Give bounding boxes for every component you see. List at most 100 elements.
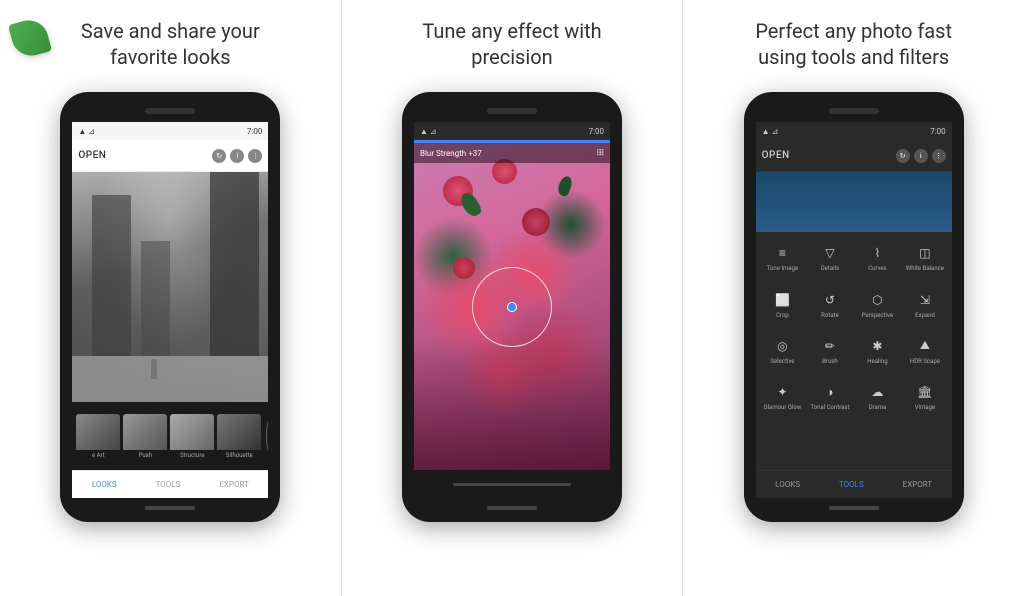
phone-screen-1: ▲ ⊿ 7:00 OPEN ↻ i ⋮ — [72, 122, 268, 498]
circle-dot[interactable] — [507, 302, 517, 312]
tool-item-12[interactable]: ✦ Glamour Glow — [760, 375, 806, 419]
look-thumb-2[interactable]: Structure — [170, 414, 214, 458]
panel-tools: Perfect any photo fast using tools and f… — [683, 0, 1024, 596]
status-signal-2: ▲ ⊿ — [420, 127, 437, 136]
tool-name-7: Expand — [915, 312, 935, 319]
tool-icon-4: ⬜ — [773, 291, 791, 309]
tool-icon-13: ◑ — [821, 383, 839, 401]
tool-name-0: Tune Image — [767, 265, 798, 272]
tool-icon-3: ◫ — [916, 244, 934, 262]
tool-icon-2: ⌇ — [868, 244, 886, 262]
tool-icon-7: ⇲ — [916, 291, 934, 309]
status-bar-1: ▲ ⊿ 7:00 — [72, 122, 268, 140]
tool-name-5: Rotate — [821, 312, 839, 319]
tool-item-13[interactable]: ◑ Tonal Contrast — [807, 375, 853, 419]
tool-name-3: White Balance — [906, 265, 944, 272]
looks-strip: e Art Push Structure Silhouette + — [72, 402, 268, 470]
status-bar-2: ▲ ⊿ 7:00 — [414, 122, 610, 140]
tool-item-10[interactable]: ✱ Healing — [855, 329, 901, 373]
nav-export-3[interactable]: EXPORT — [903, 480, 933, 489]
blur-bar: Blur Strength +37 ⊞ — [414, 143, 610, 163]
tool-item-15[interactable]: 🏛 Vintage — [902, 375, 948, 419]
tool-item-0[interactable]: ≡ Tune Image — [760, 236, 806, 280]
nav-looks-3[interactable]: LOOKS — [775, 480, 800, 489]
tool-item-4[interactable]: ⬜ Crop — [760, 282, 806, 326]
tool-icon-12: ✦ — [773, 383, 791, 401]
tool-name-2: Curves — [868, 265, 886, 272]
status-bar-3: ▲ ⊿ 7:00 — [756, 122, 952, 140]
tool-item-6[interactable]: ⬡ Perspective — [855, 282, 901, 326]
look-add-circle[interactable]: + — [266, 417, 268, 455]
tool-icon-10: ✱ — [868, 337, 886, 355]
status-clock-2: 7:00 — [589, 127, 604, 136]
look-label-2: Structure — [170, 452, 214, 458]
app-bar-1: OPEN ↻ i ⋮ — [72, 140, 268, 172]
tool-name-13: Tonal Contrast — [810, 404, 849, 411]
tool-item-1[interactable]: ▽Details — [807, 236, 853, 280]
info-icon[interactable]: i — [230, 149, 244, 163]
app-icons-1: ↻ i ⋮ — [212, 149, 262, 163]
tool-item-7[interactable]: ⇲ Expand — [902, 282, 948, 326]
look-label-3: Silhouette — [217, 452, 261, 458]
tool-icon-11: ⛰ — [916, 337, 934, 355]
tool-item-11[interactable]: ⛰HDR Scape — [902, 329, 948, 373]
nav-looks-1[interactable]: LOOKS — [92, 480, 117, 489]
tool-name-6: Perspective — [862, 312, 893, 319]
tool-icon-0: ≡ — [773, 244, 791, 262]
blur-expand-icon: ⊞ — [596, 148, 604, 158]
tool-name-15: Vintage — [915, 404, 935, 411]
app-bar-3: OPEN ↻ i ⋮ — [756, 140, 952, 172]
blur-label: Blur Strength +37 — [420, 149, 482, 158]
phone-3: ▲ ⊿ 7:00 OPEN ↻ i ⋮ ≡Tune Image▽Details⌇… — [744, 92, 964, 522]
nav-tools-3[interactable]: TOOLS — [839, 480, 864, 489]
tool-icon-14: ☁ — [868, 383, 886, 401]
tool-item-5[interactable]: ↺ Rotate — [807, 282, 853, 326]
tool-icon-15: 🏛 — [916, 383, 934, 401]
status-signal-3: ▲ ⊿ — [762, 127, 779, 136]
tool-name-14: Drama — [869, 404, 887, 411]
tool-item-14[interactable]: ☁ Drama — [855, 375, 901, 419]
bw-photo — [72, 172, 268, 402]
tool-item-3[interactable]: ◫ White Balance — [902, 236, 948, 280]
tool-name-4: Crop — [776, 312, 789, 319]
bottom-nav-2 — [414, 470, 610, 498]
info-icon-3[interactable]: i — [914, 149, 928, 163]
nav-export-1[interactable]: EXPORT — [219, 480, 249, 489]
tool-icon-5: ↺ — [821, 291, 839, 309]
circle-select[interactable] — [472, 267, 552, 347]
tools-grid: ≡ Tune Image ▽Details ⌇ Curves ◫ White Balance… — [756, 232, 952, 470]
flowers-photo — [414, 143, 610, 470]
tool-icon-9: ✏ — [821, 337, 839, 355]
look-thumb-0[interactable]: e Art — [76, 414, 120, 458]
panel-1-title: Save and share your favorite looks — [81, 18, 260, 76]
main-photo-1 — [72, 172, 268, 402]
panel-precision: Tune any effect with precision ▲ ⊿ 7:00 — [342, 0, 683, 596]
status-clock-3: 7:00 — [930, 127, 945, 136]
tool-icon-6: ⬡ — [868, 291, 886, 309]
app-icons-3: ↻ i ⋮ — [896, 149, 946, 163]
refresh-icon-3[interactable]: ↻ — [896, 149, 910, 163]
nav-tools-1[interactable]: TOOLS — [156, 480, 181, 489]
home-bar-2 — [487, 506, 537, 510]
tool-item-9[interactable]: ✏Brush — [807, 329, 853, 373]
snapseed-logo — [12, 20, 52, 60]
tool-item-8[interactable]: ◎Selective — [760, 329, 806, 373]
tool-item-2[interactable]: ⌇ Curves — [855, 236, 901, 280]
panel-looks: Save and share your favorite looks ▲ ⊿ 7… — [0, 0, 341, 596]
more-icon[interactable]: ⋮ — [248, 149, 262, 163]
panel-3-title: Perfect any photo fast using tools and f… — [755, 18, 952, 76]
home-bar-1 — [145, 506, 195, 510]
panel-2-title: Tune any effect with precision — [422, 18, 601, 76]
tool-icon-1: ▽ — [821, 244, 839, 262]
look-thumb-3[interactable]: Silhouette — [217, 414, 261, 458]
phone-screen-2: ▲ ⊿ 7:00 — [414, 122, 610, 498]
more-icon-3[interactable]: ⋮ — [932, 149, 946, 163]
status-clock-1: 7:00 — [247, 127, 262, 136]
app-title-1: OPEN — [78, 150, 106, 161]
look-thumb-1[interactable]: Push — [123, 414, 167, 458]
tool-name-12: Glamour Glow — [764, 404, 802, 411]
tool-name-10: Healing — [867, 358, 887, 365]
phone-speaker-2 — [487, 108, 537, 114]
refresh-icon[interactable]: ↻ — [212, 149, 226, 163]
tool-icon-8: ◎ — [773, 337, 791, 355]
